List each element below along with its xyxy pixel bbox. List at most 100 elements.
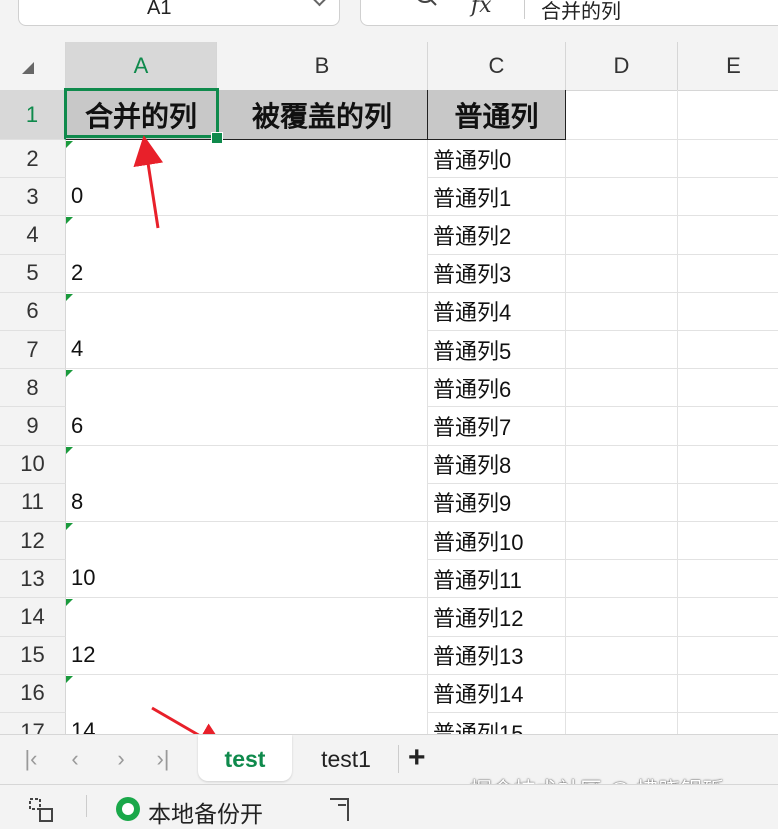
fill-handle[interactable] (211, 132, 223, 144)
cell-e5[interactable] (678, 255, 778, 293)
cell-e11[interactable] (678, 484, 778, 522)
prev-sheet-icon[interactable]: ‹ (62, 745, 88, 773)
cell-d7[interactable] (566, 331, 678, 370)
row-header-16[interactable]: 16 (0, 674, 66, 713)
sheet-tab-test[interactable]: test (198, 735, 292, 781)
row-header-12[interactable]: 12 (0, 522, 66, 561)
cell-c9[interactable]: 普通列7 (428, 407, 566, 446)
next-sheet-icon[interactable]: › (108, 745, 134, 773)
cell-c16[interactable]: 普通列14 (428, 674, 566, 713)
cell-e7[interactable] (678, 331, 778, 370)
cell-e9[interactable] (678, 407, 778, 446)
row-header-11[interactable]: 11 (0, 483, 66, 522)
zoom-icon[interactable] (405, 0, 437, 13)
merged-cell-a8[interactable]: 6 (66, 369, 428, 446)
cell-c17[interactable]: 普通列15 (428, 713, 566, 734)
cell-d6[interactable] (566, 292, 678, 331)
row-header-2[interactable]: 2 (0, 140, 66, 179)
cell-c12[interactable]: 普通列10 (428, 522, 566, 561)
row-header-9[interactable]: 9 (0, 407, 66, 446)
cell-d13[interactable] (566, 560, 678, 599)
cell-e13[interactable] (678, 560, 778, 599)
cell-e1[interactable] (678, 90, 778, 140)
cell-d4[interactable] (566, 216, 678, 255)
formula-value[interactable]: 合并的列 (541, 0, 621, 24)
cell-d2[interactable] (566, 140, 678, 179)
row-header-8[interactable]: 8 (0, 369, 66, 408)
select-all-corner[interactable] (0, 42, 66, 90)
cell-d1[interactable] (566, 90, 678, 140)
row-header-5[interactable]: 5 (0, 254, 66, 293)
cell-c7[interactable]: 普通列5 (428, 331, 566, 370)
cell-e16[interactable] (678, 675, 778, 713)
add-sheet-icon[interactable]: + (408, 741, 426, 775)
cell-e12[interactable] (678, 522, 778, 561)
cell-c8[interactable]: 普通列6 (428, 369, 566, 408)
row-header-13[interactable]: 13 (0, 560, 66, 599)
row-header-15[interactable]: 15 (0, 636, 66, 675)
merged-cell-a6[interactable]: 4 (66, 292, 428, 370)
row-header-1[interactable]: 1 (0, 90, 66, 140)
cell-d8[interactable] (566, 369, 678, 408)
name-box[interactable]: A1 (18, 0, 340, 26)
row-header-10[interactable]: 10 (0, 445, 66, 484)
column-header-c[interactable]: C (428, 42, 566, 90)
header-cell-merged-column[interactable]: 合并的列 (66, 90, 217, 140)
formula-input[interactable]: fx 合并的列 (360, 0, 778, 26)
merged-cell-a14[interactable]: 12 (66, 598, 428, 675)
cell-e17[interactable] (678, 713, 778, 734)
column-header-d[interactable]: D (566, 42, 678, 90)
cell-c10[interactable]: 普通列8 (428, 445, 566, 484)
merged-cell-a10[interactable]: 8 (66, 445, 428, 522)
backup-status-label[interactable]: 本地备份开 (148, 795, 263, 829)
cell-d17[interactable] (566, 713, 678, 734)
sheet-tab-test1[interactable]: test1 (300, 735, 392, 781)
column-header-b[interactable]: B (217, 42, 428, 90)
header-cell-normal-column[interactable]: 普通列 (428, 90, 566, 140)
cell-e8[interactable] (678, 369, 778, 408)
merged-cell-a12[interactable]: 10 (66, 522, 428, 599)
row-header-6[interactable]: 6 (0, 292, 66, 331)
cell-c15[interactable]: 普通列13 (428, 636, 566, 675)
cell-c6[interactable]: 普通列4 (428, 292, 566, 331)
layout-icon[interactable] (326, 797, 354, 823)
cell-c3[interactable]: 普通列1 (428, 178, 566, 217)
cell-d14[interactable] (566, 598, 678, 637)
cell-c4[interactable]: 普通列2 (428, 216, 566, 255)
cell-d16[interactable] (566, 674, 678, 713)
row-header-7[interactable]: 7 (0, 331, 66, 370)
first-sheet-icon[interactable]: |‹ (18, 745, 44, 773)
row-header-3[interactable]: 3 (0, 178, 66, 217)
row-header-14[interactable]: 14 (0, 598, 66, 637)
merged-cell-a4[interactable]: 2 (66, 216, 428, 293)
cell-e10[interactable] (678, 446, 778, 484)
column-header-a[interactable]: A (66, 42, 217, 90)
merged-cell-a2[interactable]: 0 (66, 140, 428, 217)
cell-e6[interactable] (678, 293, 778, 331)
cell-e14[interactable] (678, 598, 778, 637)
cell-c5[interactable]: 普通列3 (428, 254, 566, 293)
sidebar-icon[interactable] (28, 797, 56, 823)
merged-cell-a16[interactable]: 14 (66, 674, 428, 734)
cell-d10[interactable] (566, 445, 678, 484)
cell-e2[interactable] (678, 140, 778, 179)
cell-c2[interactable]: 普通列0 (428, 140, 566, 179)
cell-d15[interactable] (566, 636, 678, 675)
cell-d5[interactable] (566, 254, 678, 293)
name-box-dropdown-icon[interactable] (311, 0, 328, 7)
cell-c11[interactable]: 普通列9 (428, 483, 566, 522)
cell-c14[interactable]: 普通列12 (428, 598, 566, 637)
fx-icon[interactable]: fx (471, 0, 492, 18)
backup-status-icon[interactable] (116, 797, 140, 821)
cell-e15[interactable] (678, 637, 778, 675)
cell-d9[interactable] (566, 407, 678, 446)
cell-d3[interactable] (566, 178, 678, 217)
row-header-4[interactable]: 4 (0, 216, 66, 255)
column-header-e[interactable]: E (678, 42, 778, 90)
cell-e4[interactable] (678, 216, 778, 255)
cell-d11[interactable] (566, 483, 678, 522)
header-cell-covered-column[interactable]: 被覆盖的列 (217, 90, 428, 140)
cell-e3[interactable] (678, 178, 778, 217)
cell-c13[interactable]: 普通列11 (428, 560, 566, 599)
cell-d12[interactable] (566, 522, 678, 561)
